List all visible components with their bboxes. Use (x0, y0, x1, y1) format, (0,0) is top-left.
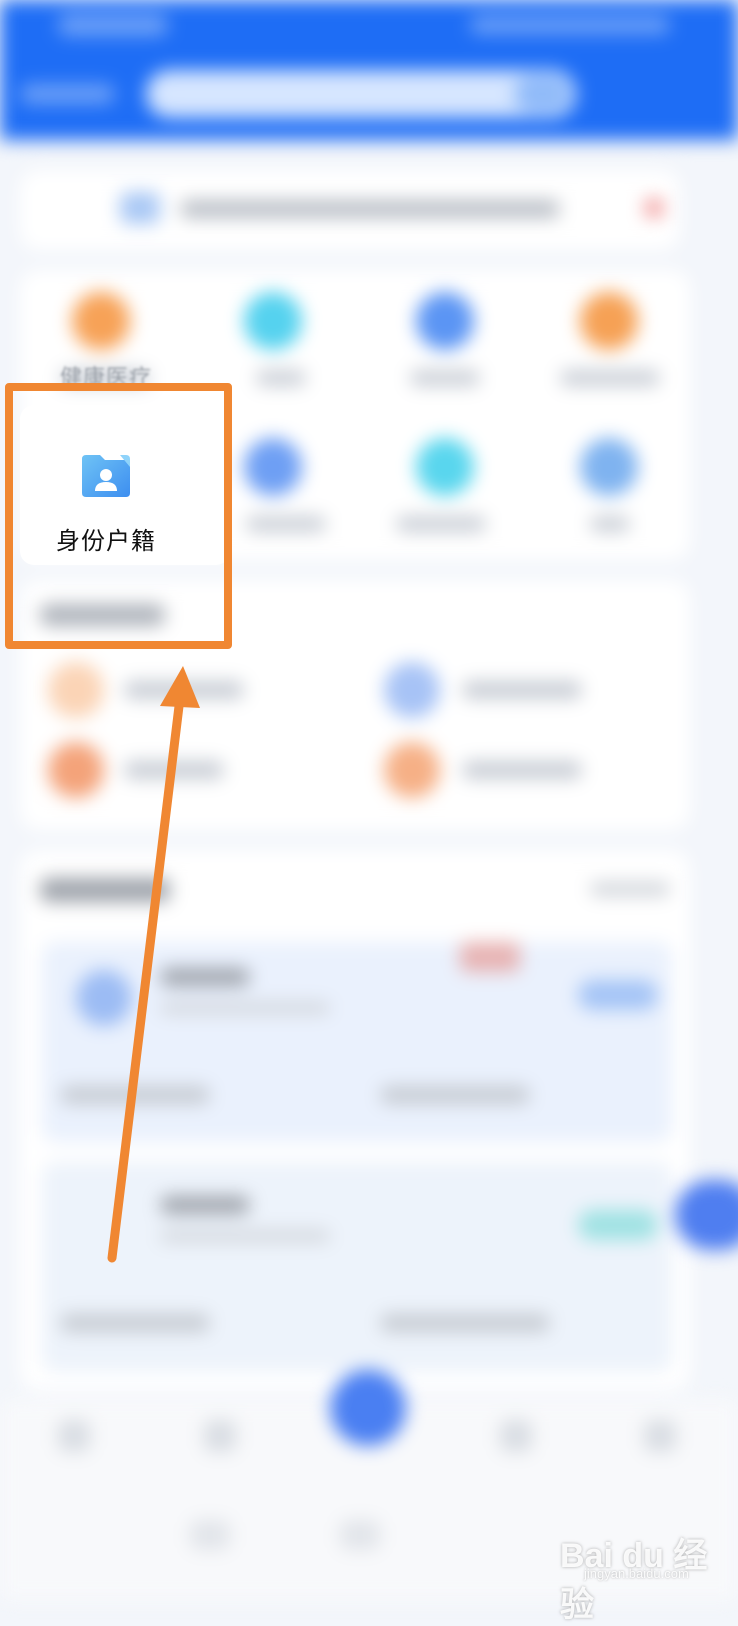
arrow-shaft (107, 693, 185, 1263)
baidu-watermark-url: jingyan.baidu.com (584, 1566, 689, 1581)
annotation-arrow (107, 666, 200, 1263)
arrow-head (160, 666, 200, 708)
